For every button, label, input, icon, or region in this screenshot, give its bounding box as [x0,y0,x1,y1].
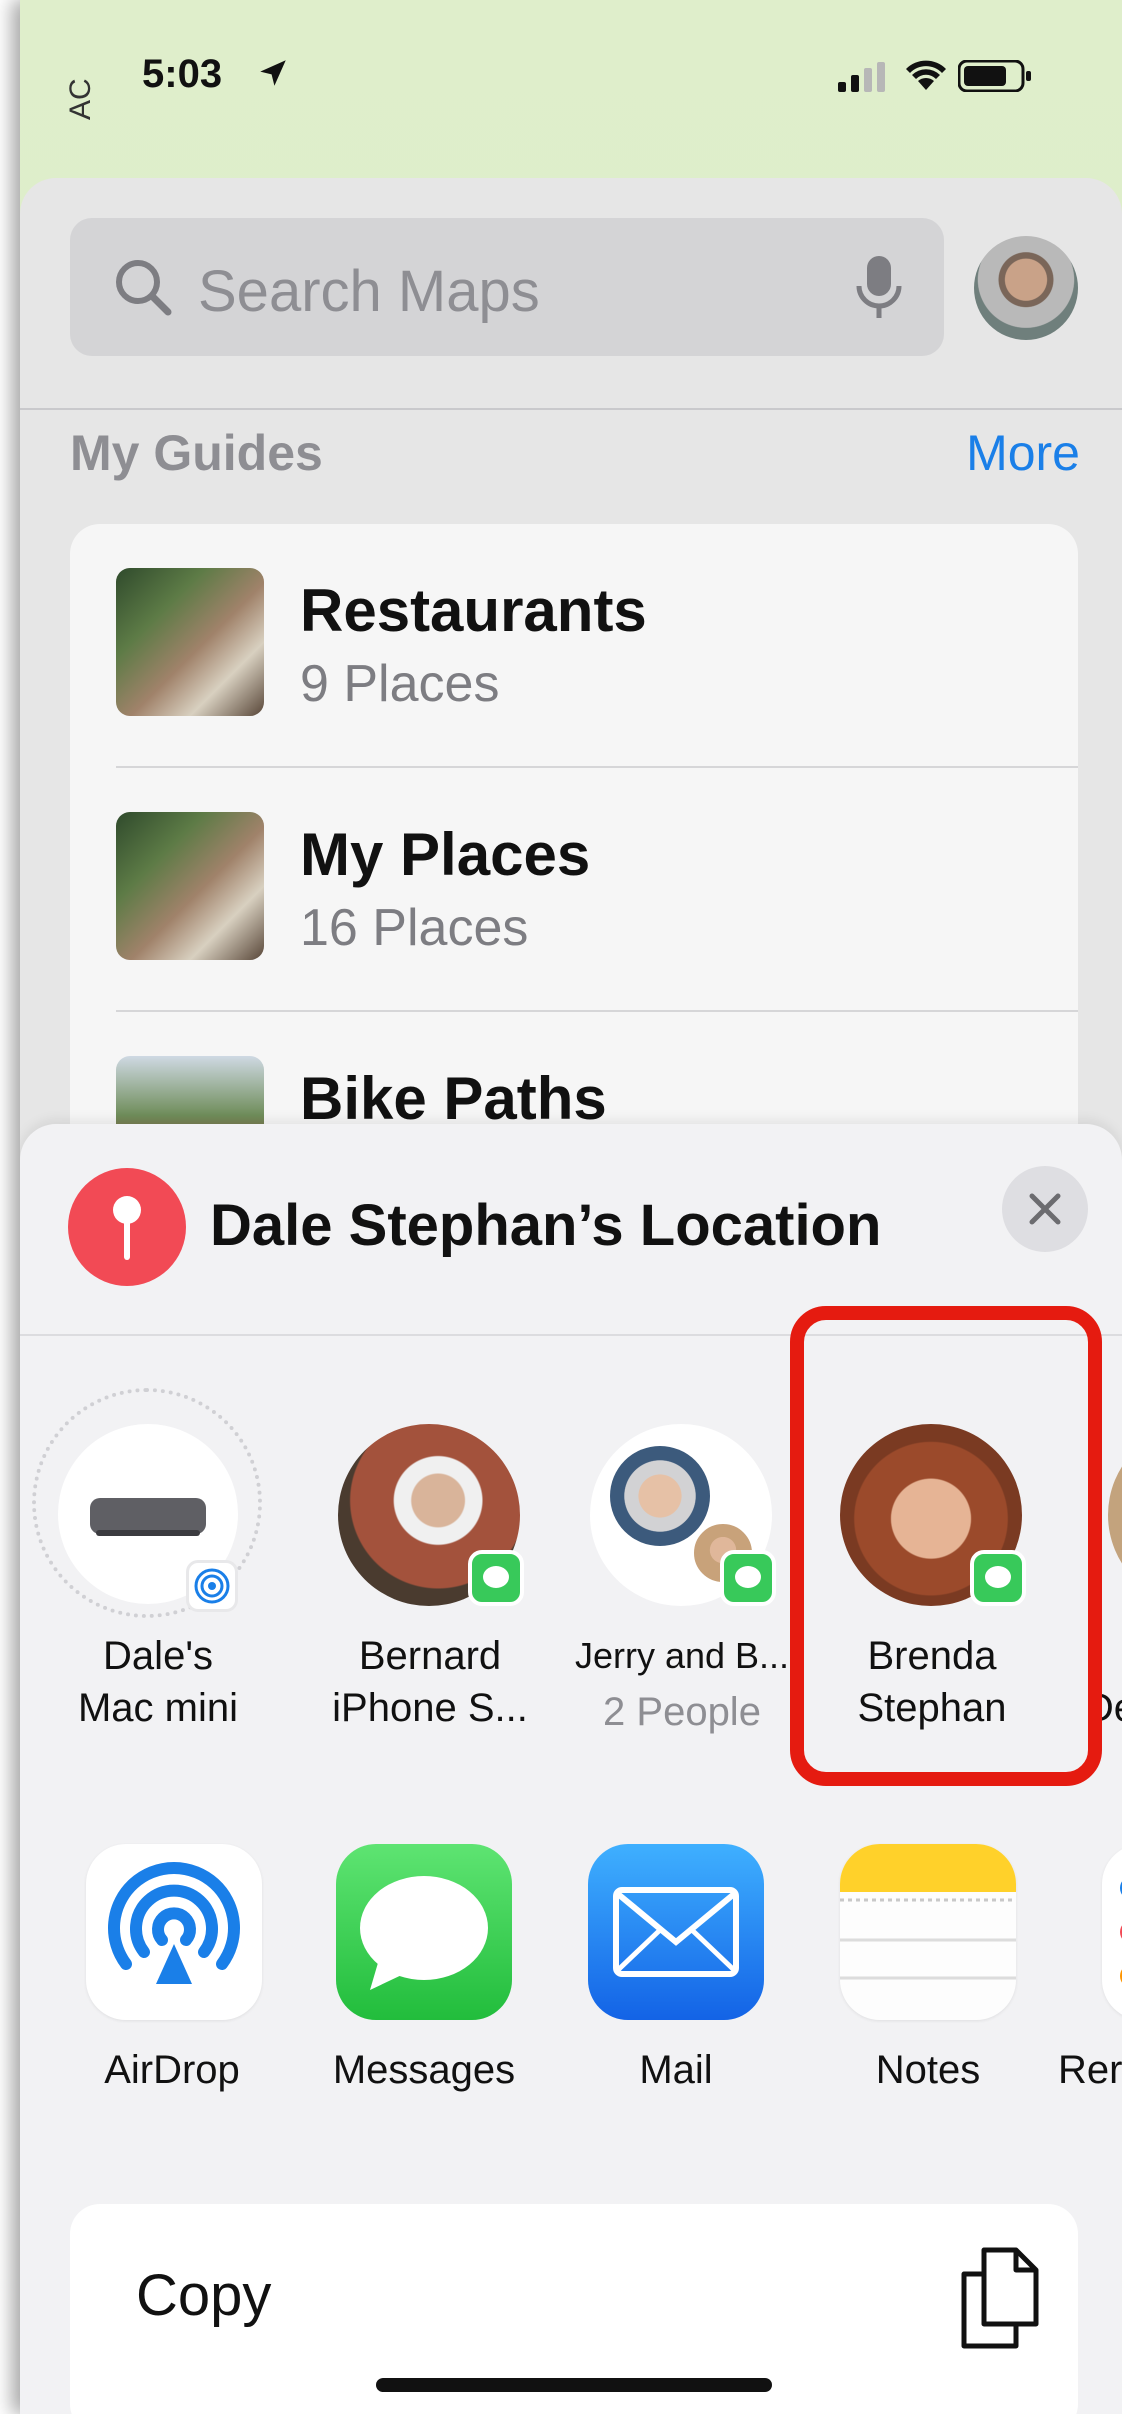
person-jerry-and-b[interactable]: Jerry and B... 2 People [542,1364,789,1734]
app-airdrop[interactable]: AirDrop [54,1844,274,2104]
app-label: Rer [1058,2048,1122,2092]
person-subtitle: iPhone S... [332,1686,528,1730]
wifi-icon [906,60,946,90]
guide-count: 16 Places [300,899,529,957]
microphone-icon[interactable] [852,254,906,322]
messages-badge-icon [720,1550,776,1606]
person-name: Dale's [103,1634,213,1678]
guide-name: Restaurants [300,577,647,644]
contact-avatar [1108,1424,1122,1606]
contact-avatar [610,1446,710,1546]
guide-item-restaurants[interactable]: Restaurants 9 Places [70,524,1078,768]
person-dales-mac-mini[interactable]: Dale's Mac mini [32,1364,278,1730]
mail-icon [588,1844,764,2020]
app-mail[interactable]: Mail [558,1844,778,2104]
person-subtitle: 2 People [603,1690,761,1734]
close-button[interactable] [1002,1166,1088,1252]
airdrop-badge-icon [186,1560,238,1612]
my-guides-heading: My Guides [70,425,323,481]
guide-thumbnail [116,812,264,960]
app-label: Mail [639,2048,713,2092]
search-bar[interactable]: Search Maps [70,218,944,356]
copy-label: Copy [136,2263,272,2328]
home-indicator[interactable] [376,2378,772,2392]
share-sheet-title: Dale Stephan’s Location [210,1193,882,1258]
person-name: Bernard [358,1634,502,1678]
person-subtitle: Mac mini [77,1686,239,1730]
location-arrow-icon [260,60,286,86]
highlight-box [790,1306,1102,1786]
app-label: AirDrop [104,2048,240,2092]
cellular-signal-icon [838,62,885,92]
account-avatar[interactable] [974,236,1078,340]
messages-badge-icon [468,1550,524,1606]
close-icon [1029,1193,1061,1225]
search-input[interactable]: Search Maps [198,258,540,325]
app-label: Notes [875,2048,981,2092]
guide-name: Bike Paths [300,1065,607,1132]
airdrop-icon [86,1844,262,2020]
app-label: Messages [332,2048,516,2092]
person-name: Jerry and B... [574,1635,790,1676]
share-sheet-header: Dale Stephan’s Location [20,1124,1122,1336]
notes-icon [840,1844,1016,2020]
battery-icon [958,60,1031,92]
map-edge-label: AC [64,78,97,120]
divider [20,408,1122,410]
location-pin-icon [68,1168,186,1286]
copy-icon [961,2247,1039,2349]
phone-screen: 5:03 AC Search Maps My Guides More Resta… [20,0,1122,2414]
more-link[interactable]: More [966,424,1080,482]
app-notes[interactable]: Notes [810,1844,1030,2104]
guide-count: 9 Places [300,655,500,713]
device-avatar [58,1424,238,1612]
person-bernard[interactable]: Bernard iPhone S... [290,1364,530,1730]
screenshot-frame: 5:03 AC Search Maps My Guides More Resta… [0,0,1122,2414]
search-icon [116,260,172,316]
status-bar: 5:03 AC [20,0,1122,160]
messages-icon [336,1844,512,2020]
status-time: 5:03 [142,52,223,96]
share-apps-row: AirDrop Messages Mail Notes Rer [20,1844,1122,2104]
reminders-icon [1102,1844,1122,2020]
maps-sheet: Search Maps My Guides More Restaurants 9… [20,178,1122,1284]
guide-name: My Places [300,821,591,888]
app-reminders[interactable]: Rer [1058,1844,1122,2104]
guide-thumbnail [116,568,264,716]
guide-item-my-places[interactable]: My Places 16 Places [70,768,1078,1012]
app-messages[interactable]: Messages [306,1844,526,2104]
mac-mini-icon [90,1498,206,1536]
